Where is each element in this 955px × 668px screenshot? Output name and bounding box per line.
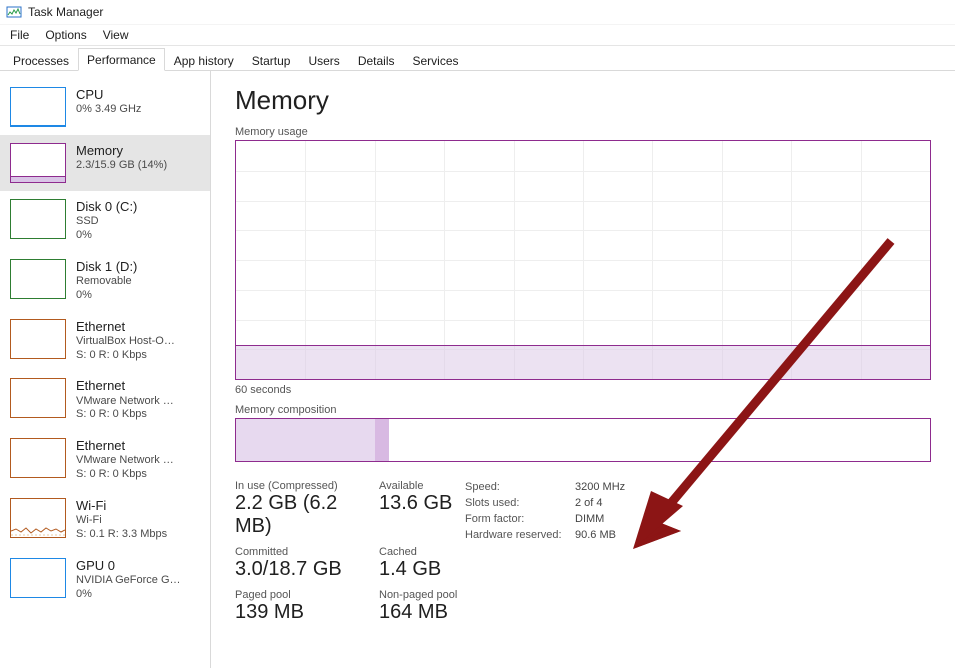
stats-area: In use (Compressed) 2.2 GB (6.2 MB) Avai… <box>235 480 931 632</box>
title-bar: Task Manager <box>0 0 955 25</box>
stat-value: 164 MB <box>379 601 457 624</box>
tab-performance[interactable]: Performance <box>78 48 165 71</box>
sidebar-label: Ethernet <box>76 438 174 454</box>
stat-value: 1.4 GB <box>379 558 441 581</box>
stat-value: 139 MB <box>235 601 355 624</box>
panel-title: Memory <box>235 85 931 116</box>
menu-options[interactable]: Options <box>37 26 94 44</box>
sidebar-label: GPU 0 <box>76 558 181 574</box>
sidebar-sub: 0% <box>76 588 181 602</box>
sidebar-sub: VMware Network … <box>76 454 174 468</box>
cpu-mini-chart <box>10 87 66 127</box>
sidebar-sub: NVIDIA GeForce G… <box>76 574 181 588</box>
tab-services[interactable]: Services <box>404 49 468 71</box>
sidebar-sub: S: 0.1 R: 3.3 Mbps <box>76 528 167 542</box>
x-axis-label: 60 seconds <box>235 384 931 396</box>
sidebar-label: Disk 0 (C:) <box>76 199 137 215</box>
disk-mini-chart <box>10 259 66 299</box>
sidebar-label: Wi-Fi <box>76 498 167 514</box>
sidebar-item-ethernet-0[interactable]: Ethernet VirtualBox Host-O… S: 0 R: 0 Kb… <box>0 311 210 371</box>
menu-view[interactable]: View <box>95 26 137 44</box>
stat-label: Non-paged pool <box>379 589 457 601</box>
kv-key: Form factor: <box>465 512 575 528</box>
kv-val-hw: 90.6 MB <box>575 528 616 544</box>
app-icon <box>6 4 22 20</box>
kv-val-slots: 2 of 4 <box>575 496 603 512</box>
stat-value: 2.2 GB (6.2 MB) <box>235 492 355 538</box>
sidebar-sub: Wi-Fi <box>76 514 167 528</box>
sidebar-label: Memory <box>76 143 167 159</box>
composition-label: Memory composition <box>235 404 931 416</box>
sidebar-item-memory[interactable]: Memory 2.3/15.9 GB (14%) <box>0 135 210 191</box>
sidebar-sub: 2.3/15.9 GB (14%) <box>76 159 167 173</box>
stat-value: 3.0/18.7 GB <box>235 558 355 581</box>
stat-label: Paged pool <box>235 589 355 601</box>
kv-val-speed: 3200 MHz <box>575 480 625 496</box>
main-area: CPU 0% 3.49 GHz Memory 2.3/15.9 GB (14%)… <box>0 71 955 668</box>
stat-value: 13.6 GB <box>379 492 452 515</box>
sidebar-item-cpu[interactable]: CPU 0% 3.49 GHz <box>0 79 210 135</box>
menu-bar: File Options View <box>0 25 955 46</box>
sidebar-sub: VirtualBox Host-O… <box>76 335 175 349</box>
sidebar-sub: VMware Network … <box>76 395 174 409</box>
stat-label: In use (Compressed) <box>235 480 355 492</box>
wifi-mini-chart <box>10 498 66 538</box>
stat-label: Cached <box>379 546 441 558</box>
sidebar-sub: Removable <box>76 275 137 289</box>
tab-users[interactable]: Users <box>299 49 348 71</box>
usage-chart-label: Memory usage <box>235 126 931 138</box>
net-mini-chart <box>10 319 66 359</box>
sidebar: CPU 0% 3.49 GHz Memory 2.3/15.9 GB (14%)… <box>0 71 211 668</box>
sidebar-item-disk0[interactable]: Disk 0 (C:) SSD 0% <box>0 191 210 251</box>
kv-key: Hardware reserved: <box>465 528 575 544</box>
sidebar-sub: SSD <box>76 215 137 229</box>
sidebar-item-wifi[interactable]: Wi-Fi Wi-Fi S: 0.1 R: 3.3 Mbps <box>0 490 210 550</box>
tab-strip: Processes Performance App history Startu… <box>0 46 955 71</box>
sidebar-item-gpu[interactable]: GPU 0 NVIDIA GeForce G… 0% <box>0 550 210 610</box>
kv-key: Slots used: <box>465 496 575 512</box>
stat-label: Available <box>379 480 452 492</box>
gpu-mini-chart <box>10 558 66 598</box>
app-title: Task Manager <box>28 5 103 19</box>
memory-usage-chart[interactable] <box>235 140 931 380</box>
sidebar-sub: S: 0 R: 0 Kbps <box>76 468 174 482</box>
sidebar-label: Ethernet <box>76 378 174 394</box>
sidebar-label: Ethernet <box>76 319 175 335</box>
net-mini-chart <box>10 438 66 478</box>
memory-composition-chart[interactable] <box>235 418 931 462</box>
menu-file[interactable]: File <box>2 26 37 44</box>
sidebar-sub: 0% 3.49 GHz <box>76 103 141 117</box>
sidebar-item-ethernet-1[interactable]: Ethernet VMware Network … S: 0 R: 0 Kbps <box>0 370 210 430</box>
kv-key: Speed: <box>465 480 575 496</box>
stat-label: Committed <box>235 546 355 558</box>
sidebar-item-ethernet-2[interactable]: Ethernet VMware Network … S: 0 R: 0 Kbps <box>0 430 210 490</box>
memory-mini-chart <box>10 143 66 183</box>
sidebar-sub: 0% <box>76 229 137 243</box>
sidebar-sub: 0% <box>76 289 137 303</box>
sidebar-sub: S: 0 R: 0 Kbps <box>76 349 175 363</box>
sidebar-item-disk1[interactable]: Disk 1 (D:) Removable 0% <box>0 251 210 311</box>
tab-app-history[interactable]: App history <box>165 49 243 71</box>
tab-processes[interactable]: Processes <box>4 49 78 71</box>
sidebar-label: Disk 1 (D:) <box>76 259 137 275</box>
kv-val-form: DIMM <box>575 512 604 528</box>
sidebar-sub: S: 0 R: 0 Kbps <box>76 408 174 422</box>
sidebar-label: CPU <box>76 87 141 103</box>
disk-mini-chart <box>10 199 66 239</box>
net-mini-chart <box>10 378 66 418</box>
tab-details[interactable]: Details <box>349 49 404 71</box>
detail-panel: Memory Memory usage 60 seconds Memory co… <box>211 71 955 668</box>
tab-startup[interactable]: Startup <box>243 49 300 71</box>
